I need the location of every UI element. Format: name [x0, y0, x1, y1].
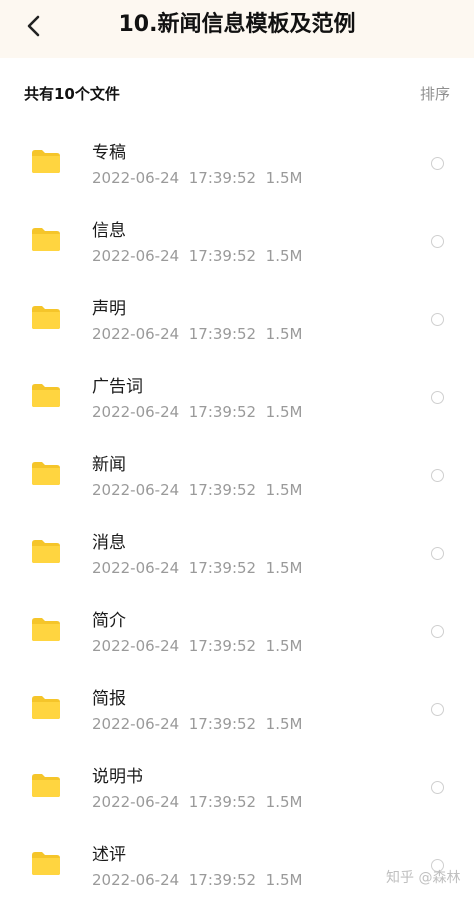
file-time: 17:39:52: [188, 169, 257, 187]
file-size: 1.5M: [265, 325, 303, 343]
select-radio[interactable]: [431, 469, 444, 482]
page-title: 10.新闻信息模板及范例: [118, 12, 356, 37]
file-meta: 2022-06-24 17:39:52 1.5M: [92, 246, 302, 266]
file-date: 2022-06-24: [92, 403, 180, 421]
select-radio[interactable]: [431, 781, 444, 794]
file-time: 17:39:52: [188, 793, 257, 811]
file-date: 2022-06-24: [92, 715, 180, 733]
folder-icon: [32, 696, 60, 719]
file-meta: 2022-06-24 17:39:52 1.5M: [92, 402, 302, 422]
file-time: 17:39:52: [188, 481, 257, 499]
file-date: 2022-06-24: [92, 169, 180, 187]
select-radio[interactable]: [431, 157, 444, 170]
list-item[interactable]: 简介 2022-06-24 17:39:52 1.5M: [0, 594, 474, 672]
list-item[interactable]: 声明 2022-06-24 17:39:52 1.5M: [0, 282, 474, 360]
title-bar: 10.新闻信息模板及范例: [0, 0, 474, 58]
summary-bar: 共有10个文件 排序: [0, 58, 474, 126]
file-name: 说明书: [92, 767, 143, 787]
list-item[interactable]: 消息 2022-06-24 17:39:52 1.5M: [0, 516, 474, 594]
file-time: 17:39:52: [188, 637, 257, 655]
folder-icon: [32, 774, 60, 797]
list-item[interactable]: 广告词 2022-06-24 17:39:52 1.5M: [0, 360, 474, 438]
file-name: 声明: [92, 299, 126, 319]
file-name: 述评: [92, 845, 126, 865]
file-meta: 2022-06-24 17:39:52 1.5M: [92, 870, 302, 890]
file-date: 2022-06-24: [92, 481, 180, 499]
file-size: 1.5M: [265, 559, 303, 577]
file-date: 2022-06-24: [92, 637, 180, 655]
file-meta: 2022-06-24 17:39:52 1.5M: [92, 168, 302, 188]
folder-icon: [32, 384, 60, 407]
list-item[interactable]: 简报 2022-06-24 17:39:52 1.5M: [0, 672, 474, 750]
file-meta: 2022-06-24 17:39:52 1.5M: [92, 792, 302, 812]
select-radio[interactable]: [431, 703, 444, 716]
select-radio[interactable]: [431, 313, 444, 326]
file-date: 2022-06-24: [92, 793, 180, 811]
file-date: 2022-06-24: [92, 559, 180, 577]
folder-icon: [32, 228, 60, 251]
file-size: 1.5M: [265, 481, 303, 499]
list-item[interactable]: 说明书 2022-06-24 17:39:52 1.5M: [0, 750, 474, 828]
file-time: 17:39:52: [188, 871, 257, 889]
file-size: 1.5M: [265, 715, 303, 733]
file-meta: 2022-06-24 17:39:52 1.5M: [92, 324, 302, 344]
sort-button[interactable]: 排序: [420, 83, 450, 104]
select-radio[interactable]: [431, 625, 444, 638]
file-date: 2022-06-24: [92, 247, 180, 265]
file-meta: 2022-06-24 17:39:52 1.5M: [92, 714, 302, 734]
file-time: 17:39:52: [188, 325, 257, 343]
file-name: 广告词: [92, 377, 143, 397]
file-count: 共有10个文件: [24, 85, 120, 103]
folder-icon: [32, 462, 60, 485]
file-time: 17:39:52: [188, 715, 257, 733]
folder-icon: [32, 540, 60, 563]
folder-icon: [32, 150, 60, 173]
file-name: 简报: [92, 689, 126, 709]
file-list: 专稿 2022-06-24 17:39:52 1.5M 信息 2022-06-2…: [0, 126, 474, 897]
file-meta: 2022-06-24 17:39:52 1.5M: [92, 480, 302, 500]
file-date: 2022-06-24: [92, 325, 180, 343]
file-size: 1.5M: [265, 169, 303, 187]
file-name: 新闻: [92, 455, 126, 475]
select-radio[interactable]: [431, 391, 444, 404]
file-time: 17:39:52: [188, 559, 257, 577]
file-size: 1.5M: [265, 871, 303, 889]
file-name: 专稿: [92, 143, 126, 163]
file-meta: 2022-06-24 17:39:52 1.5M: [92, 558, 302, 578]
folder-icon: [32, 306, 60, 329]
file-name: 消息: [92, 533, 126, 553]
file-time: 17:39:52: [188, 403, 257, 421]
file-size: 1.5M: [265, 637, 303, 655]
list-item[interactable]: 信息 2022-06-24 17:39:52 1.5M: [0, 204, 474, 282]
folder-icon: [32, 618, 60, 641]
file-size: 1.5M: [265, 247, 303, 265]
file-size: 1.5M: [265, 793, 303, 811]
file-name: 简介: [92, 611, 126, 631]
select-radio[interactable]: [431, 235, 444, 248]
file-time: 17:39:52: [188, 247, 257, 265]
file-size: 1.5M: [265, 403, 303, 421]
folder-icon: [32, 852, 60, 875]
watermark-text: 知乎 @森林: [386, 870, 461, 886]
list-item[interactable]: 新闻 2022-06-24 17:39:52 1.5M: [0, 438, 474, 516]
file-name: 信息: [92, 221, 126, 241]
select-radio[interactable]: [431, 547, 444, 560]
file-meta: 2022-06-24 17:39:52 1.5M: [92, 636, 302, 656]
list-item[interactable]: 专稿 2022-06-24 17:39:52 1.5M: [0, 126, 474, 204]
file-date: 2022-06-24: [92, 871, 180, 889]
